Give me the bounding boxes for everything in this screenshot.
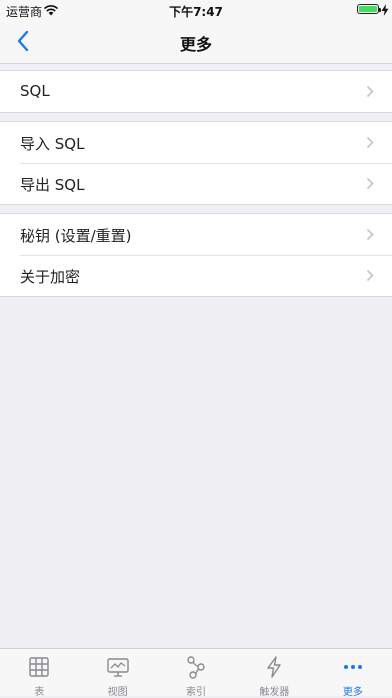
status-bar: 运营商 下午7:47 — [0, 0, 392, 20]
list-item-export-sql[interactable]: 导出 SQL — [0, 163, 392, 204]
settings-group-import-export: 导入 SQL 导出 SQL — [0, 121, 392, 205]
list-item-label: SQL — [20, 82, 50, 100]
table-icon — [29, 657, 49, 677]
nav-bar: 更多 — [0, 20, 392, 64]
tab-indexes[interactable]: 索引 — [157, 649, 235, 698]
tab-views[interactable]: 视图 — [78, 649, 156, 698]
list-item-label: 导入 SQL — [20, 135, 85, 153]
list-item-label: 关于加密 — [20, 268, 81, 286]
chevron-right-icon — [366, 228, 374, 241]
chevron-right-icon — [366, 177, 374, 190]
settings-group-encryption: 秘钥 (设置/重置) 关于加密 — [0, 213, 392, 297]
chevron-right-icon — [366, 85, 374, 98]
list-item-import-sql[interactable]: 导入 SQL — [0, 122, 392, 163]
lightning-icon — [267, 656, 282, 678]
tab-more[interactable]: 更多 — [314, 649, 392, 698]
list-item-label: 秘钥 (设置/重置) — [20, 227, 132, 245]
list-item-secret-key[interactable]: 秘钥 (设置/重置) — [0, 214, 392, 255]
tab-tables[interactable]: 表 — [0, 649, 78, 698]
list-item-about-encryption[interactable]: 关于加密 — [0, 255, 392, 296]
chevron-right-icon — [366, 269, 374, 282]
index-icon — [187, 656, 205, 679]
page-title: 更多 — [179, 35, 212, 54]
tab-bar: 表 视图 索引 触发器 更多 — [0, 648, 392, 698]
monitor-icon — [106, 658, 129, 677]
more-dots-icon — [343, 665, 362, 669]
battery-icon — [357, 4, 381, 14]
chevron-right-icon — [366, 136, 374, 149]
settings-group-sql: SQL — [0, 70, 392, 113]
tab-triggers[interactable]: 触发器 — [235, 649, 313, 698]
charging-bolt-icon — [381, 4, 389, 16]
list-item-label: 导出 SQL — [20, 176, 85, 194]
status-time: 下午7:47 — [169, 5, 223, 19]
list-item-sql[interactable]: SQL — [0, 71, 392, 112]
